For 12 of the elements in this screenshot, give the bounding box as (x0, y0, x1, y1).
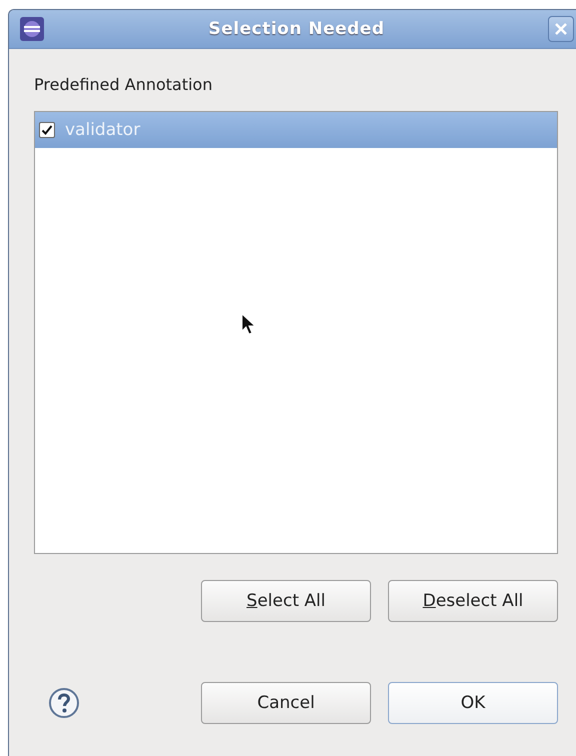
window-title: Selection Needed (208, 19, 385, 39)
item-label: validator (65, 120, 140, 140)
close-icon (554, 22, 568, 36)
app-icon (19, 16, 45, 42)
close-button[interactable] (548, 16, 574, 42)
list-label: Predefined Annotation (34, 75, 212, 94)
cancel-button[interactable]: Cancel (201, 682, 371, 724)
help-icon[interactable] (48, 687, 80, 719)
select-all-button[interactable]: Select All (201, 580, 371, 622)
checkbox[interactable] (39, 122, 55, 138)
deselect-all-button[interactable]: Deselect All (388, 580, 558, 622)
ok-button[interactable]: OK (388, 682, 558, 724)
